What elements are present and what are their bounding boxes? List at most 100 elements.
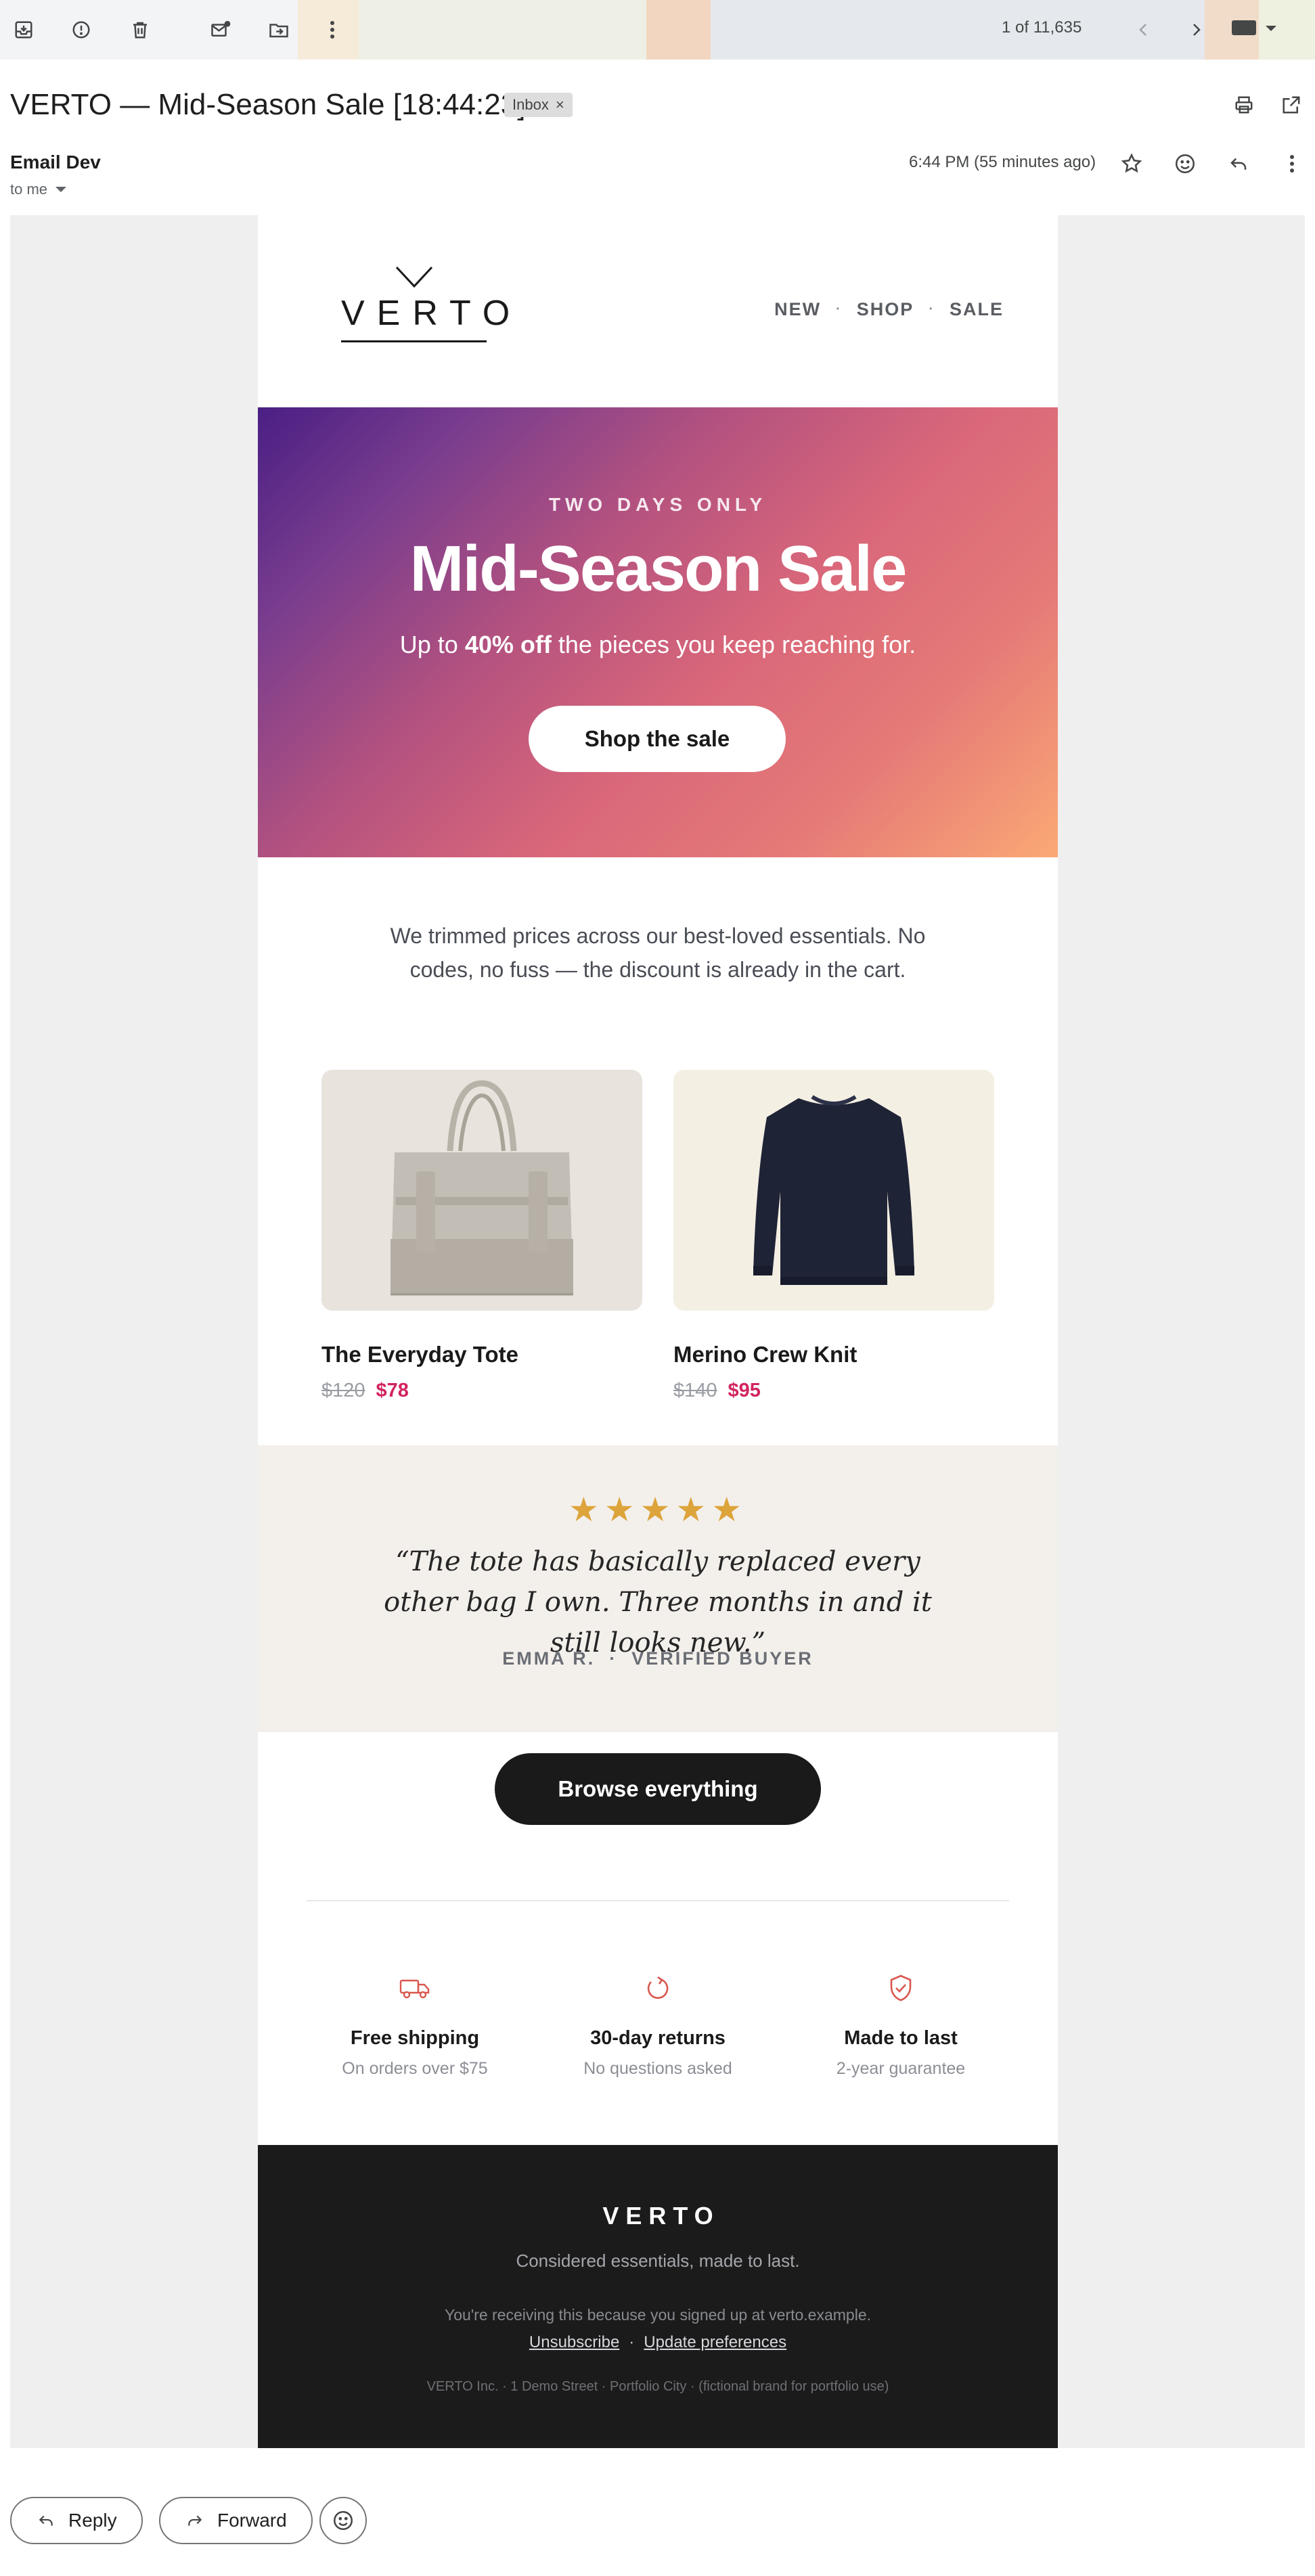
add-reaction-button[interactable] bbox=[1169, 148, 1201, 180]
truck-icon bbox=[399, 1979, 430, 1999]
product-card[interactable]: The Everyday Tote $120 $78 bbox=[321, 1070, 642, 1402]
product-price: $140 $95 bbox=[673, 1380, 994, 1402]
verified-badge: VERIFIED BUYER bbox=[631, 1648, 813, 1669]
original-price: $120 bbox=[321, 1380, 365, 1401]
older-chevron-icon bbox=[1139, 24, 1146, 36]
footer-tagline: Considered essentials, made to last. bbox=[516, 2251, 800, 2271]
footer-brand: VERTO bbox=[602, 2202, 720, 2230]
newsletter: VERTO NEW · SHOP · SALE TWO DAYS ONLY Mi… bbox=[258, 215, 1058, 2448]
perk-subtitle: No questions asked bbox=[583, 2059, 732, 2078]
forward-label: Forward bbox=[217, 2510, 287, 2531]
star-rating: ★★★★★ bbox=[568, 1491, 748, 1529]
product-name[interactable]: The Everyday Tote bbox=[321, 1342, 642, 1368]
chevron-logo-icon bbox=[395, 266, 432, 288]
star-button[interactable] bbox=[1115, 148, 1148, 180]
newsletter-nav: NEW · SHOP · SALE bbox=[774, 299, 1004, 320]
sweater-illustration bbox=[753, 1095, 914, 1285]
nav-separator: · bbox=[836, 302, 842, 317]
hero-sub-before: Up to bbox=[399, 631, 465, 658]
emoji-reaction-button[interactable] bbox=[319, 2497, 367, 2544]
more-actions-button[interactable] bbox=[316, 14, 349, 46]
report-spam-icon bbox=[72, 21, 90, 39]
brand-wordmark: VERTO bbox=[341, 294, 522, 333]
open-new-window-button[interactable] bbox=[1275, 89, 1308, 121]
footer-links: Unsubscribe · Update preferences bbox=[258, 2333, 1058, 2352]
update-preferences-link[interactable]: Update preferences bbox=[644, 2333, 786, 2352]
keyboard-icon[interactable] bbox=[1232, 20, 1256, 35]
perk-title: 30-day returns bbox=[590, 2027, 726, 2049]
footer-link-separator: · bbox=[629, 2333, 635, 2351]
close-icon[interactable]: × bbox=[556, 93, 564, 117]
product-image-tote[interactable] bbox=[321, 1070, 642, 1311]
move-to-button[interactable] bbox=[263, 14, 295, 46]
reviewer-separator: · bbox=[609, 1648, 618, 1669]
move-to-icon bbox=[269, 24, 288, 38]
reply-label: Reply bbox=[68, 2510, 117, 2531]
reply-icon bbox=[1230, 158, 1247, 170]
inbox-label-chip[interactable]: Inbox × bbox=[504, 93, 573, 117]
perk-subtitle: 2-year guarantee bbox=[836, 2059, 966, 2078]
hero-subtitle: Up to 40% off the pieces you keep reachi… bbox=[258, 631, 1058, 659]
forward-button[interactable]: Forward bbox=[159, 2497, 313, 2544]
print-icon bbox=[1235, 96, 1253, 114]
newer-button[interactable] bbox=[1127, 14, 1159, 46]
mark-unread-button[interactable] bbox=[204, 14, 237, 46]
reviewer-name: EMMA R. bbox=[502, 1648, 596, 1669]
mark-unread-icon bbox=[211, 20, 231, 37]
sale-price: $95 bbox=[728, 1380, 761, 1401]
chevron-down-icon[interactable] bbox=[1266, 26, 1276, 31]
print-button[interactable] bbox=[1228, 89, 1260, 121]
more-options-button[interactable] bbox=[1276, 148, 1308, 180]
nav-sale[interactable]: SALE bbox=[950, 299, 1004, 320]
perk-free-shipping: Free shipping On orders over $75 bbox=[293, 1968, 537, 2079]
hero-banner: TWO DAYS ONLY Mid-Season Sale Up to 40% … bbox=[258, 407, 1058, 857]
forward-icon bbox=[188, 2515, 202, 2526]
email-subject: VERTO — Mid-Season Sale [18:44:23] bbox=[10, 88, 526, 121]
original-price: $140 bbox=[673, 1380, 717, 1401]
hero-title: Mid-Season Sale bbox=[409, 533, 908, 605]
email-timestamp: 6:44 PM (55 minutes ago) bbox=[909, 153, 1096, 171]
shop-the-sale-button[interactable]: Shop the sale bbox=[529, 706, 786, 772]
archive-button[interactable] bbox=[7, 14, 40, 46]
older-button[interactable] bbox=[1180, 14, 1213, 46]
emoji-icon bbox=[1175, 154, 1195, 174]
sender-name[interactable]: Email Dev bbox=[10, 152, 101, 173]
open-in-new-icon bbox=[1283, 96, 1300, 114]
newer-chevron-icon bbox=[1193, 24, 1201, 36]
star-icon bbox=[1121, 153, 1142, 173]
hero-kicker: TWO DAYS ONLY bbox=[548, 494, 767, 515]
reply-icon bbox=[39, 2515, 53, 2526]
sale-price: $78 bbox=[376, 1380, 409, 1401]
chevron-down-icon bbox=[55, 187, 67, 192]
returns-icon bbox=[647, 1976, 669, 1999]
intro-text: We trimmed prices across our best-loved … bbox=[390, 924, 926, 982]
footer-address: VERTO Inc. · 1 Demo Street · Portfolio C… bbox=[426, 2379, 889, 2394]
browse-everything-button[interactable]: Browse everything bbox=[495, 1753, 821, 1825]
gmail-toolbar: 1 of 11,635 bbox=[0, 0, 1315, 60]
report-spam-button[interactable] bbox=[65, 14, 97, 46]
product-name[interactable]: Merino Crew Knit bbox=[673, 1342, 994, 1368]
nav-new[interactable]: NEW bbox=[774, 299, 821, 320]
archive-icon bbox=[15, 21, 32, 39]
shield-check-icon bbox=[890, 1974, 912, 2002]
customer-review: ★★★★★ “The tote has basically replaced e… bbox=[258, 1445, 1058, 1732]
delete-icon bbox=[133, 22, 147, 39]
reply-button[interactable]: Reply bbox=[10, 2497, 143, 2544]
unsubscribe-link[interactable]: Unsubscribe bbox=[529, 2333, 619, 2352]
hero-sub-discount: 40% off bbox=[464, 631, 552, 658]
recipient-details[interactable]: to me bbox=[10, 181, 67, 198]
brand-logo[interactable]: VERTO bbox=[341, 266, 510, 342]
product-card[interactable]: Merino Crew Knit $140 $95 bbox=[673, 1070, 994, 1402]
recipient-text: to me bbox=[10, 181, 48, 198]
product-image-knit[interactable] bbox=[673, 1070, 994, 1311]
emoji-icon bbox=[333, 2510, 353, 2531]
delete-button[interactable] bbox=[124, 14, 156, 46]
nav-shop[interactable]: SHOP bbox=[857, 299, 914, 320]
reply-header-button[interactable] bbox=[1222, 148, 1255, 180]
review-quote: “The tote has basically replaced every o… bbox=[384, 1546, 932, 1658]
message-counter: 1 of 11,635 bbox=[1002, 18, 1082, 37]
perk-returns: 30-day returns No questions asked bbox=[536, 1968, 780, 2079]
perk-title: Free shipping bbox=[350, 2027, 480, 2049]
brand-underline bbox=[341, 340, 487, 342]
reviewer-line: EMMA R. · VERIFIED BUYER bbox=[258, 1648, 1058, 1669]
